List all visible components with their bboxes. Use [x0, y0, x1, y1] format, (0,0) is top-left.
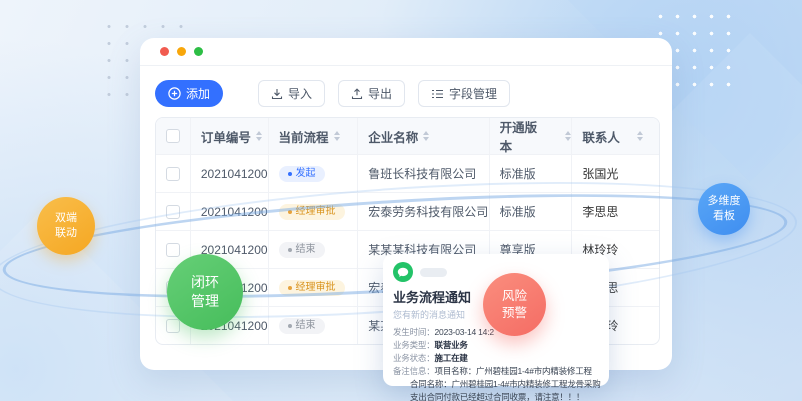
- field-label: 发生时间：: [393, 326, 435, 339]
- add-button[interactable]: 添加: [155, 80, 223, 107]
- row-checkbox[interactable]: [166, 319, 180, 333]
- callout-text: 闭环: [191, 273, 219, 292]
- order-no-cell: 20210412002: [191, 193, 269, 230]
- row-checkbox[interactable]: [166, 205, 180, 219]
- chat-bubble-icon: [393, 262, 413, 282]
- field-value: 合同名称：广州碧桂园1-4#市内精装修工程龙骨采购合同: [410, 378, 601, 391]
- select-all-checkbox[interactable]: [166, 129, 180, 143]
- field-label: 备注信息：: [393, 365, 435, 378]
- close-window-dot[interactable]: [160, 47, 169, 56]
- import-button-label: 导入: [288, 85, 312, 102]
- company-cell: 宏泰劳务科技有限公司: [358, 193, 489, 230]
- version-cell: 标准版: [490, 155, 573, 192]
- status-dot-icon: [288, 248, 292, 252]
- field-remark-line2: 合同名称：广州碧桂园1-4#市内精装修工程龙骨采购合同: [393, 378, 601, 391]
- table-row: 20210412002 经理审批 宏泰劳务科技有限公司 标准版 李思思: [156, 192, 659, 230]
- flow-status-badge: 发起: [279, 166, 325, 182]
- row-checkbox[interactable]: [166, 243, 180, 257]
- flow-label: 经理审批: [296, 207, 336, 217]
- field-value: 施工在建: [435, 352, 468, 365]
- status-dot-icon: [288, 324, 292, 328]
- row-checkbox[interactable]: [166, 167, 180, 181]
- maximize-window-dot[interactable]: [194, 47, 203, 56]
- field-manage-button-label: 字段管理: [449, 85, 497, 102]
- flow-status-badge: 经理审批: [279, 204, 345, 220]
- sender-placeholder: [420, 268, 447, 277]
- upload-tray-icon: [351, 88, 363, 100]
- column-header-company[interactable]: 企业名称: [358, 118, 489, 154]
- field-value: 2023-03-14 14:2: [435, 326, 494, 339]
- status-dot-icon: [288, 172, 292, 176]
- minimize-window-dot[interactable]: [177, 47, 186, 56]
- callout-text: 风险: [502, 288, 527, 305]
- import-button[interactable]: 导入: [258, 80, 325, 107]
- sort-arrows-icon[interactable]: [256, 131, 262, 141]
- sort-arrows-icon[interactable]: [423, 131, 429, 141]
- field-biz-status: 业务状态： 施工在建: [393, 352, 601, 365]
- flow-status-badge: 结束: [279, 318, 325, 334]
- flow-label: 发起: [296, 169, 316, 179]
- table-row: 20210412001 发起 鲁班长科技有限公司 标准版 张国光: [156, 154, 659, 192]
- callout-dual-linkage: 双端 联动: [37, 197, 95, 255]
- version-cell: 标准版: [490, 193, 573, 230]
- company-cell: 鲁班长科技有限公司: [358, 155, 489, 192]
- callout-text: 管理: [191, 292, 219, 311]
- callout-text: 双端: [55, 211, 77, 226]
- column-header-contact[interactable]: 联系人: [572, 118, 659, 154]
- add-button-label: 添加: [186, 85, 210, 102]
- callout-text: 多维度: [708, 194, 741, 209]
- flow-label: 结束: [296, 321, 316, 331]
- flow-label: 经理审批: [296, 283, 336, 293]
- callout-dashboard: 多维度 看板: [698, 183, 750, 235]
- field-remark-line3: 支出合同付款已经超过合同收票，请注意！！！: [393, 391, 601, 401]
- callout-text: 联动: [55, 226, 77, 241]
- export-button[interactable]: 导出: [338, 80, 405, 107]
- window-titlebar: [140, 38, 672, 66]
- flow-status-badge: 经理审批: [279, 280, 345, 296]
- toolbar: 添加 导入 导出 字段管理: [140, 66, 672, 107]
- field-remark: 备注信息： 项目名称：广州碧桂园1-4#市内精装修工程: [393, 365, 601, 378]
- status-dot-icon: [288, 286, 292, 290]
- column-label: 企业名称: [368, 127, 418, 146]
- callout-text: 看板: [713, 209, 735, 224]
- sort-arrows-icon[interactable]: [334, 131, 340, 141]
- status-dot-icon: [288, 210, 292, 214]
- export-button-label: 导出: [368, 85, 392, 102]
- column-label: 开通版本: [500, 118, 549, 154]
- list-settings-icon: [431, 88, 444, 100]
- circle-plus-icon: [168, 87, 181, 100]
- field-value: 项目名称：广州碧桂园1-4#市内精装修工程: [435, 365, 592, 378]
- notification-fields: 发生时间： 2023-03-14 14:2 业务类型： 联营业务 业务状态： 施…: [393, 326, 601, 401]
- column-header-version[interactable]: 开通版本: [490, 118, 573, 154]
- download-tray-icon: [271, 88, 283, 100]
- column-header-order-no[interactable]: 订单编号: [191, 118, 269, 154]
- column-label: 联系人: [582, 127, 620, 146]
- field-value: 支出合同付款已经超过合同收票，请注意！！！: [410, 391, 584, 401]
- callout-closed-loop: 闭环 管理: [167, 254, 243, 330]
- flow-status-badge: 结束: [279, 242, 325, 258]
- contact-cell: 李思思: [572, 193, 659, 230]
- callout-risk-warning: 风险 预警: [483, 273, 546, 336]
- column-header-flow[interactable]: 当前流程: [269, 118, 359, 154]
- sort-arrows-icon[interactable]: [565, 131, 571, 141]
- table-header-row: 订单编号 当前流程 企业名称 开通版本 联系人: [156, 118, 659, 154]
- column-label: 当前流程: [279, 127, 329, 146]
- field-value: 联营业务: [435, 339, 468, 352]
- column-label: 订单编号: [201, 127, 251, 146]
- flow-label: 结束: [296, 245, 316, 255]
- field-label: 业务类型：: [393, 339, 435, 352]
- sort-arrows-icon[interactable]: [637, 131, 643, 141]
- contact-cell: 张国光: [572, 155, 659, 192]
- field-biz-type: 业务类型： 联营业务: [393, 339, 601, 352]
- order-no-cell: 20210412001: [191, 155, 269, 192]
- callout-text: 预警: [502, 305, 527, 322]
- field-manage-button[interactable]: 字段管理: [418, 80, 510, 107]
- field-label: 业务状态：: [393, 352, 435, 365]
